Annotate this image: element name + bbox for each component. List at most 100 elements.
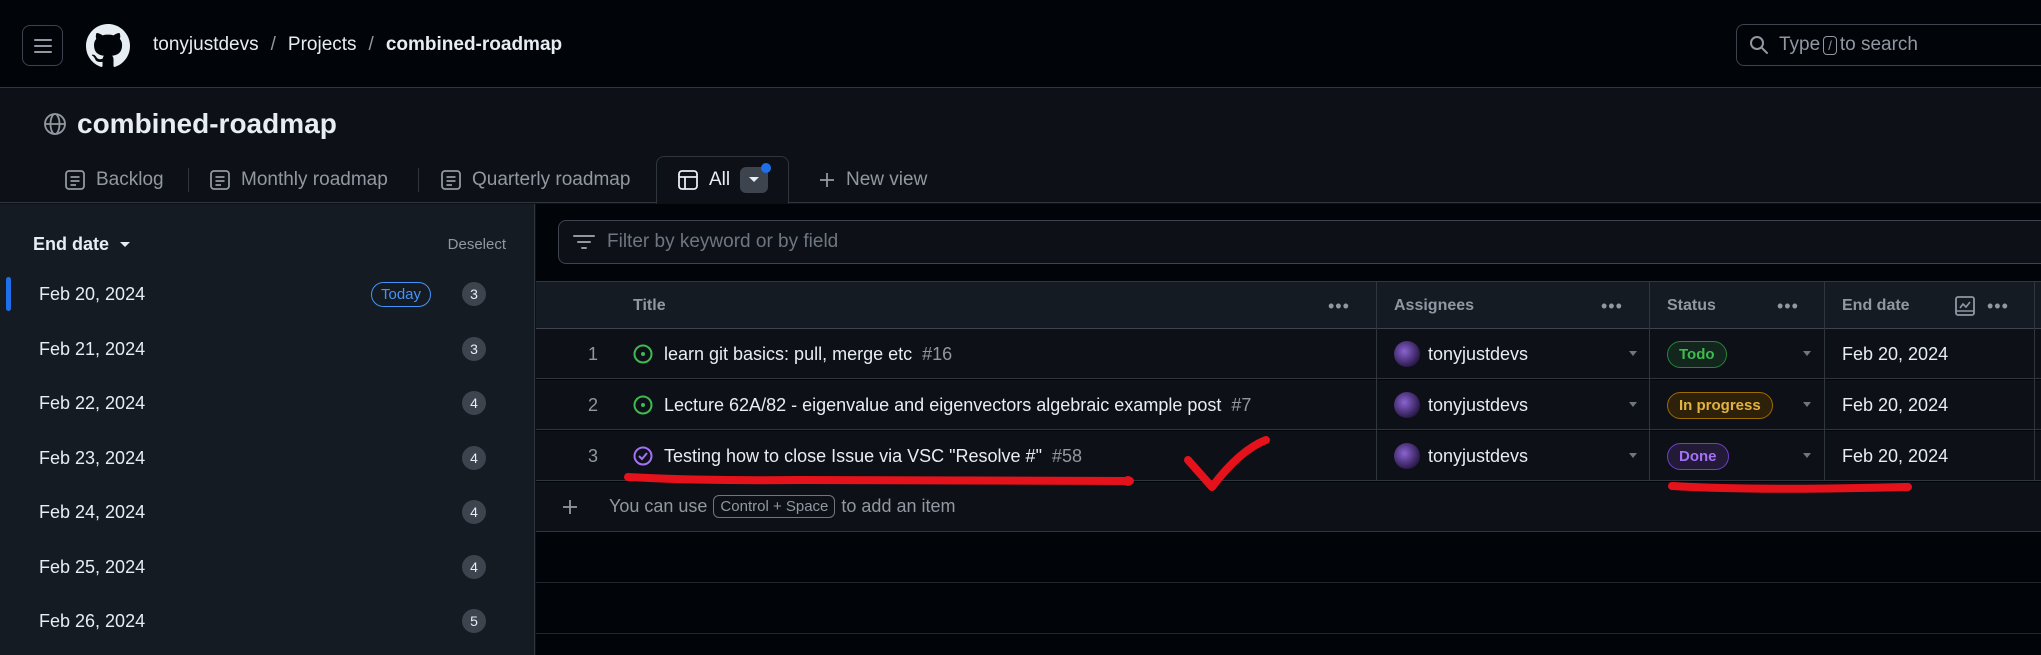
plus-icon [820, 172, 834, 187]
breadcrumb-projects[interactable]: Projects [288, 34, 357, 56]
slice-item[interactable]: Feb 24, 2024 4 [0, 485, 535, 539]
column-header-assignees[interactable]: Assignees [1394, 282, 1474, 330]
open-issue-icon [633, 344, 653, 364]
closed-issue-icon [633, 446, 653, 466]
status-cell[interactable]: Done [1667, 431, 1729, 481]
column-menu-icon[interactable]: ••• [1987, 296, 2009, 317]
column-header-title[interactable]: Title [633, 282, 666, 330]
slice-by-sidebar: End date Deselect Feb 20, 2024 Today 3 F… [0, 204, 535, 655]
column-menu-icon[interactable]: ••• [1777, 296, 1799, 317]
dropdown-caret-icon[interactable] [1803, 453, 1811, 458]
avatar [1394, 392, 1420, 418]
dropdown-caret-icon[interactable] [1803, 351, 1811, 356]
issue-title-link[interactable]: learn git basics: pull, merge etc [664, 344, 912, 365]
title-cell[interactable]: Lecture 62A/82 - eigenvalue and eigenvec… [632, 380, 1251, 430]
tab-label: Backlog [96, 168, 164, 190]
project-title-text: combined-roadmap [77, 108, 337, 139]
end-date-cell[interactable]: Feb 20, 2024 [1842, 431, 1948, 481]
slice-field-label: End date [33, 234, 110, 254]
tab-quarterly-roadmap[interactable]: Quarterly roadmap [440, 156, 630, 203]
slice-item[interactable]: Feb 21, 2024 3 [0, 322, 535, 376]
add-item-row[interactable]: You can use Control + Space to add an it… [536, 482, 2041, 532]
tab-backlog[interactable]: Backlog [64, 156, 164, 203]
column-menu-icon[interactable]: ••• [1328, 296, 1350, 317]
column-divider [1649, 281, 1650, 481]
table-view-icon [678, 170, 698, 190]
assignee-cell[interactable]: tonyjustdevs [1394, 380, 1528, 430]
title-cell[interactable]: Testing how to close Issue via VSC "Reso… [632, 431, 1082, 481]
deselect-button[interactable]: Deselect [448, 236, 506, 253]
column-divider [1376, 281, 1377, 481]
slice-item[interactable]: Feb 22, 2024 4 [0, 376, 535, 430]
github-logo-icon[interactable] [86, 24, 130, 68]
breadcrumb-separator: / [270, 34, 276, 55]
slice-item-count: 4 [462, 555, 486, 579]
table-view: Filter by keyword or by field Title ••• … [536, 204, 2041, 655]
filter-input[interactable]: Filter by keyword or by field [558, 220, 2041, 264]
view-tabs: Backlog Monthly roadmap Quarterly roadma… [0, 156, 2041, 204]
slice-by-icon[interactable] [1954, 295, 1976, 317]
status-cell[interactable]: Todo [1667, 329, 1727, 379]
column-menu-icon[interactable]: ••• [1601, 296, 1623, 317]
issue-title-link[interactable]: Lecture 62A/82 - eigenvalue and eigenvec… [664, 395, 1221, 416]
slice-item-count: 4 [462, 500, 486, 524]
status-badge: Done [1667, 442, 1729, 470]
dropdown-caret-icon[interactable] [1803, 402, 1811, 407]
tab-label: New view [846, 168, 928, 190]
row-number: 1 [588, 343, 599, 364]
dropdown-caret-icon[interactable] [1629, 453, 1637, 458]
table-row[interactable]: 3 Testing how to close Issue via VSC "Re… [536, 431, 2041, 481]
open-issue-icon [633, 395, 653, 415]
issue-number: #7 [1231, 394, 1252, 415]
search-icon [1750, 36, 1768, 54]
slice-item[interactable]: Feb 26, 2024 5 [0, 594, 535, 648]
dropdown-caret-icon[interactable] [1629, 351, 1637, 356]
issue-title-link[interactable]: Testing how to close Issue via VSC "Reso… [664, 446, 1042, 467]
tab-monthly-roadmap[interactable]: Monthly roadmap [209, 156, 388, 203]
tab-divider [418, 168, 419, 192]
slice-item-label: Feb 20, 2024 [39, 283, 146, 304]
view-options-button[interactable] [740, 163, 772, 193]
hamburger-menu-button[interactable] [22, 25, 63, 66]
slice-item[interactable]: Feb 25, 2024 4 [0, 540, 535, 594]
caret-down-icon [120, 241, 131, 247]
row-number: 2 [588, 394, 599, 415]
breadcrumb-owner[interactable]: tonyjustdevs [153, 34, 259, 56]
title-cell[interactable]: learn git basics: pull, merge etc #16 [632, 329, 952, 379]
end-date-cell[interactable]: Feb 20, 2024 [1842, 329, 1948, 379]
tab-divider [188, 168, 189, 192]
table-row[interactable]: 2 Lecture 62A/82 - eigenvalue and eigenv… [536, 380, 2041, 430]
slice-item[interactable]: Feb 23, 2024 4 [0, 431, 535, 485]
tab-all[interactable]: All [656, 156, 790, 204]
assignee-cell[interactable]: tonyjustdevs [1394, 329, 1528, 379]
column-header-end-date[interactable]: End date [1842, 282, 1910, 330]
today-badge: Today [371, 281, 432, 307]
assignee-name: tonyjustdevs [1428, 394, 1529, 415]
empty-row [536, 584, 2041, 634]
assignee-name: tonyjustdevs [1428, 343, 1529, 364]
dropdown-caret-icon[interactable] [1629, 402, 1637, 407]
column-divider [1824, 281, 1825, 481]
status-cell[interactable]: In progress [1667, 380, 1773, 430]
project-title: combined-roadmap [43, 108, 337, 140]
globe-icon [44, 113, 66, 135]
assignee-cell[interactable]: tonyjustdevs [1394, 431, 1528, 481]
table-row[interactable]: 1 learn git basics: pull, merge etc #16 … [536, 329, 2041, 379]
new-view-button[interactable]: New view [818, 156, 927, 203]
end-date-cell[interactable]: Feb 20, 2024 [1842, 380, 1948, 430]
status-badge: In progress [1667, 391, 1773, 419]
slice-item-count: 3 [462, 282, 486, 306]
slice-item[interactable]: Feb 20, 2024 Today 3 [0, 267, 535, 321]
breadcrumb-current-project[interactable]: combined-roadmap [386, 34, 562, 56]
breadcrumb-separator: / [368, 34, 374, 55]
selected-marker [6, 277, 11, 311]
global-search-input[interactable]: Type / to search [1736, 24, 2041, 66]
column-divider [2034, 281, 2035, 481]
slice-item-label: Feb 21, 2024 [39, 338, 146, 359]
unsaved-changes-dot [761, 163, 772, 173]
slice-item-label: Feb 23, 2024 [39, 447, 146, 468]
breadcrumb: tonyjustdevs / Projects / combined-roadm… [153, 34, 562, 56]
column-header-status[interactable]: Status [1667, 282, 1716, 330]
slice-item-label: Feb 24, 2024 [39, 501, 146, 522]
slice-field-selector[interactable]: End date [33, 234, 131, 255]
